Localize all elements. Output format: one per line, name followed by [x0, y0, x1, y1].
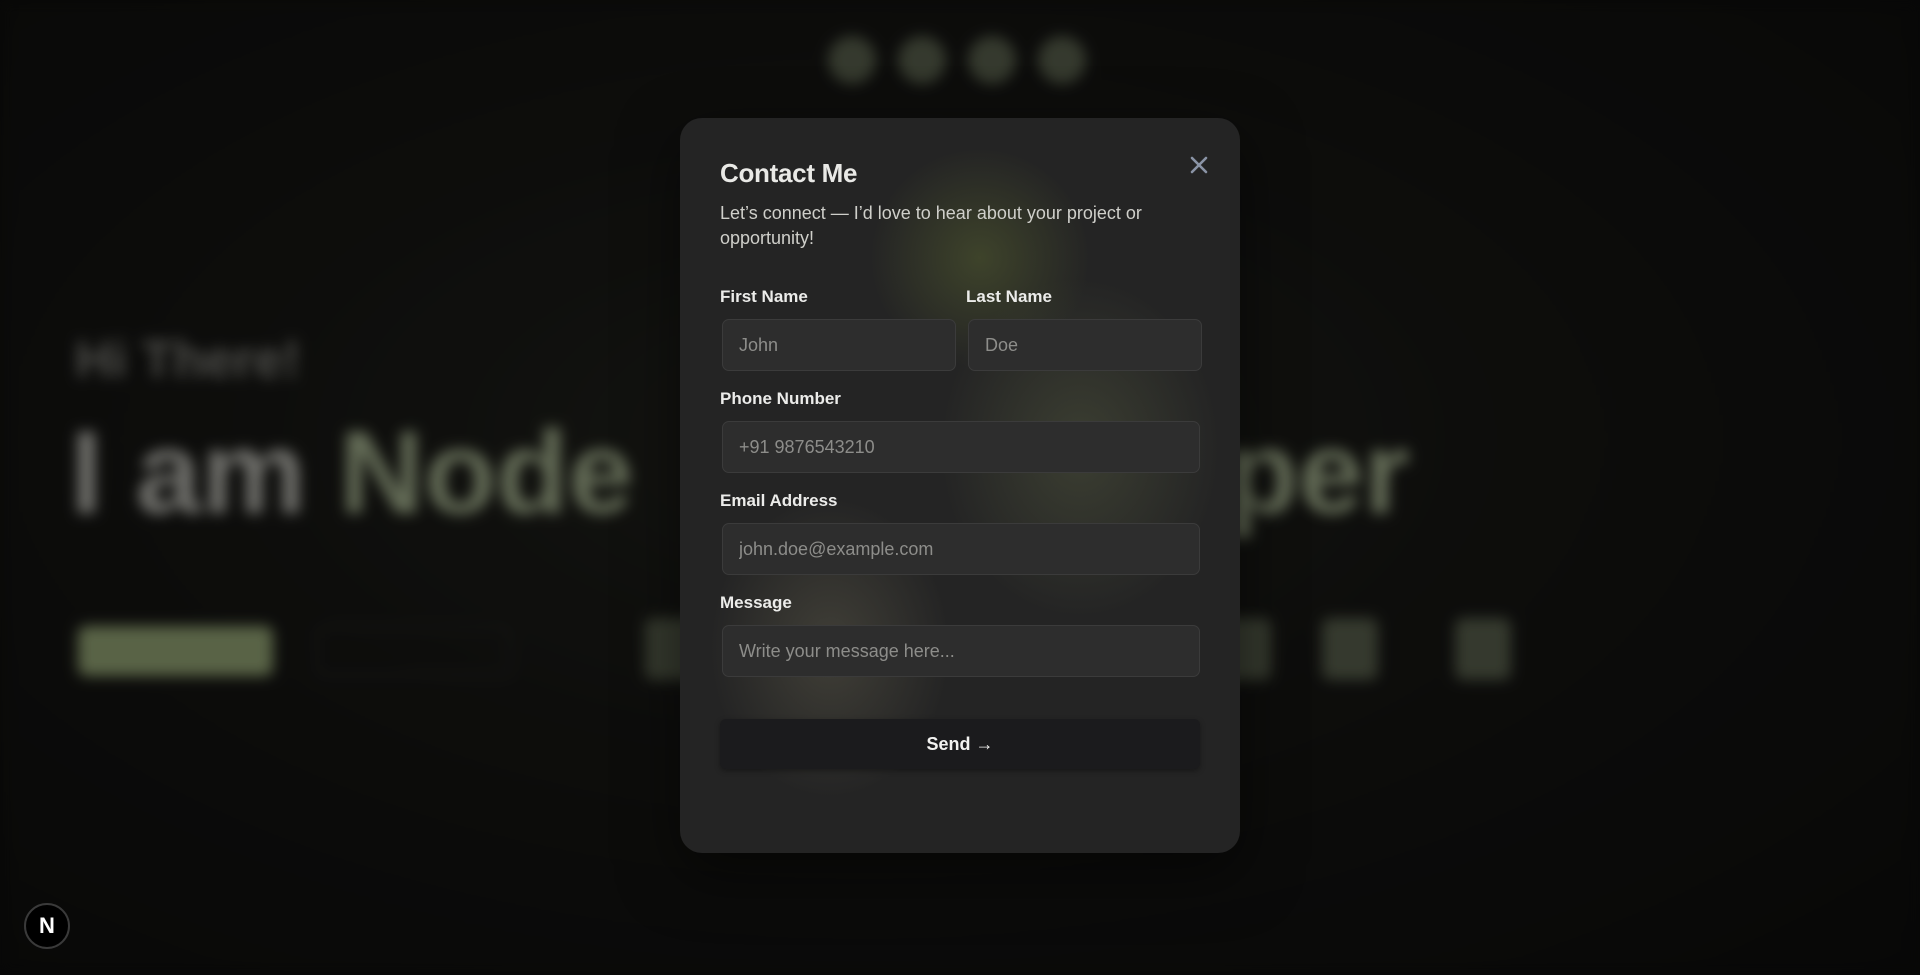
message-label: Message — [720, 593, 792, 612]
nextjs-logo-icon: N — [39, 913, 55, 938]
send-button[interactable]: Send → — [720, 719, 1200, 769]
modal-subtitle: Let’s connect — I’d love to hear about y… — [720, 203, 1142, 248]
message-group: Message — [720, 593, 1200, 677]
last-name-group: Last Name — [966, 287, 1202, 371]
phone-label: Phone Number — [720, 389, 841, 408]
last-name-input[interactable] — [968, 319, 1202, 371]
nextjs-dev-badge[interactable]: N — [24, 903, 70, 949]
email-group: Email Address — [720, 491, 1200, 575]
first-name-label: First Name — [720, 287, 808, 306]
last-name-label: Last Name — [966, 287, 1052, 306]
email-input[interactable] — [722, 523, 1200, 575]
first-name-input[interactable] — [722, 319, 956, 371]
email-label: Email Address — [720, 491, 838, 510]
phone-input[interactable] — [722, 421, 1200, 473]
message-input[interactable] — [722, 625, 1200, 677]
contact-modal: Contact Me Let’s connect — I’d love to h… — [680, 118, 1240, 853]
modal-title: Contact Me — [720, 158, 858, 188]
contact-form: Contact Me Let’s connect — I’d love to h… — [720, 158, 1202, 769]
name-row: First Name Last Name — [720, 287, 1202, 371]
phone-group: Phone Number — [720, 389, 1200, 473]
first-name-group: First Name — [720, 287, 956, 371]
